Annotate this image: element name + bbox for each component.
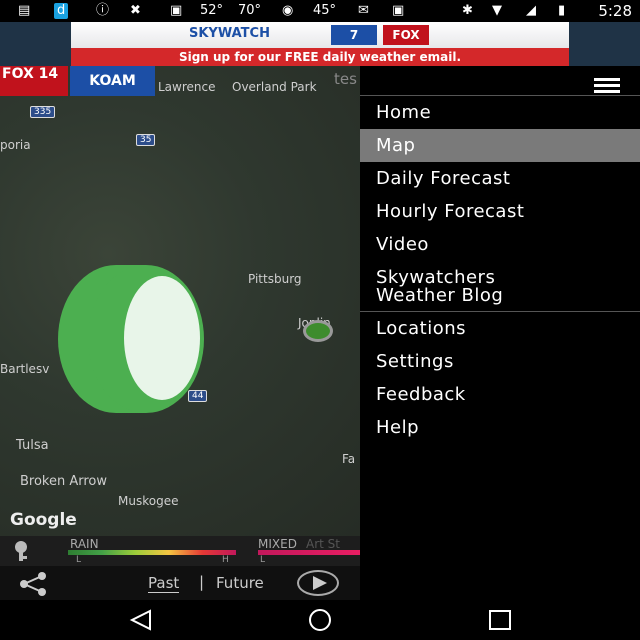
mixed-label: MIXED (258, 537, 297, 551)
map-label: Lawrence (158, 80, 216, 94)
menu-item-skywatchers-blog[interactable]: Skywatchers Weather Blog (360, 268, 640, 306)
future-button[interactable]: Future (216, 574, 264, 592)
map-label: Tulsa (16, 438, 49, 453)
menu-item-home[interactable]: Home (360, 96, 640, 129)
current-location-marker[interactable] (303, 320, 333, 342)
temp-2: 70° (238, 3, 262, 18)
temp-3: 45° (313, 3, 337, 18)
map-label: Broken Arrow (20, 474, 108, 489)
mixed-low-tick: L (260, 555, 266, 565)
nav-drawer: Home Map Daily Forecast Hourly Forecast … (360, 66, 640, 600)
skywatch-logo: SKYWATCH (189, 26, 270, 41)
precip-legend: RAIN MIXED Art St L H L (0, 536, 360, 566)
koam-logo-text: KOAM (70, 66, 155, 96)
menu-item-locations[interactable]: Locations (360, 312, 640, 345)
weather-map[interactable]: FOX 14 KOAM Lawrence Overland Park poria… (0, 66, 360, 536)
menu-item-help[interactable]: Help (360, 411, 640, 444)
map-label: Pittsburg (248, 272, 302, 286)
ad-banner[interactable]: SKYWATCH 7 FOX 14 Sign up for our FREE d… (71, 22, 569, 66)
rain-low-tick: L (76, 555, 82, 565)
menu-item-daily-forecast[interactable]: Daily Forecast (360, 162, 640, 195)
status-bar: ▤ d ⓘ ✖ ▣ 52° 70° ◉ 45° ✉ ▣ ✱ ▼ ◢ ▮ 5:28 (0, 0, 640, 22)
key-icon[interactable] (8, 540, 34, 562)
mixed-gradient-bar (258, 550, 360, 555)
temp-1: 52° (200, 3, 224, 18)
bluetooth-icon: ✱ (462, 3, 473, 18)
past-button[interactable]: Past (148, 574, 180, 593)
clock: 5:28 (598, 2, 632, 20)
share-icon[interactable] (14, 572, 52, 596)
ad-banner-area: SKYWATCH 7 FOX 14 Sign up for our FREE d… (0, 22, 640, 66)
mail-icon: ✉ (358, 3, 369, 18)
koam-7-logo: 7 (331, 25, 377, 45)
menu-item-video[interactable]: Video (360, 228, 640, 261)
map-label: Overland Park (232, 80, 317, 94)
menu-item-map[interactable]: Map (360, 129, 640, 162)
system-nav-bar (0, 600, 640, 640)
info-icon: ⓘ (96, 3, 110, 18)
recents-icon[interactable] (486, 608, 514, 632)
home-icon[interactable] (305, 608, 335, 632)
rain-gradient-bar (68, 550, 236, 555)
no-signal-icon: ◢ (526, 3, 536, 18)
lock-icon: ▣ (170, 3, 183, 18)
back-icon[interactable] (128, 608, 154, 632)
highway-shield: 35 (136, 134, 156, 146)
menu-item-settings[interactable]: Settings (360, 345, 640, 378)
fox-14-logo: FOX 14 (383, 25, 429, 62)
time-controls: Past | Future (0, 566, 360, 600)
station-logo: FOX 14 KOAM (0, 66, 155, 96)
legend-extra: Art St (306, 537, 340, 551)
wifi-icon: ▼ (492, 3, 502, 18)
map-label: tes (334, 70, 357, 88)
rain-label: RAIN (70, 537, 99, 551)
loading-indicator (58, 265, 204, 413)
app-icon: d (54, 3, 69, 19)
android-icon: ◉ (282, 3, 294, 18)
google-attribution: Google (10, 510, 77, 530)
map-label: Fa (342, 452, 356, 466)
fox-14-logo-text: FOX 14 (0, 66, 68, 96)
ad-banner-top: SKYWATCH 7 FOX 14 (71, 22, 569, 62)
map-label: poria (0, 138, 31, 152)
sync-icon: ✖ (130, 3, 141, 18)
hamburger-menu-icon[interactable] (586, 72, 626, 96)
map-label: Muskogee (118, 494, 179, 508)
ad-tagline: Sign up for our FREE daily weather email… (71, 48, 569, 66)
map-label: Bartlesv (0, 362, 50, 376)
time-separator: | (199, 573, 205, 591)
highway-shield: 335 (30, 106, 56, 118)
rain-high-tick: H (222, 555, 229, 565)
message-icon: ▤ (18, 3, 31, 18)
menu-item-feedback[interactable]: Feedback (360, 378, 640, 411)
play-icon[interactable] (297, 570, 339, 596)
battery-charging-icon: ▮ (558, 3, 566, 18)
menu-item-hourly-forecast[interactable]: Hourly Forecast (360, 195, 640, 228)
briefcase-icon: ▣ (392, 3, 405, 18)
